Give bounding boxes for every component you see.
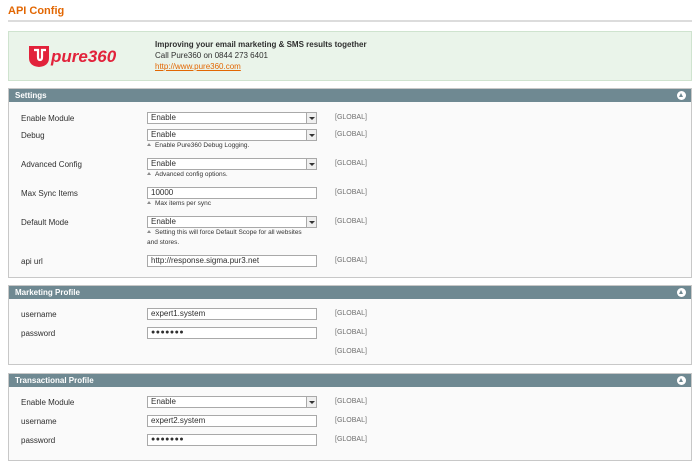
- scope-label: [GLOBAL]: [335, 218, 367, 225]
- transactional-profile-section: Transactional Profile Enable Module Enab…: [8, 373, 692, 461]
- settings-header[interactable]: Settings: [9, 89, 691, 102]
- collapse-up-icon[interactable]: [677, 288, 686, 297]
- scope-label: [GLOBAL]: [335, 310, 367, 317]
- api-url-input[interactable]: http://response.sigma.pur3.net: [147, 255, 317, 267]
- marketing-profile-header[interactable]: Marketing Profile: [9, 286, 691, 299]
- advanced-config-note: Advanced config options.: [147, 170, 327, 180]
- default-mode-note: Setting this will force Default Scope fo…: [147, 229, 302, 246]
- debug-label: Debug: [21, 131, 45, 140]
- transactional-enable-module-select[interactable]: Enable: [147, 396, 317, 408]
- debug-select[interactable]: Enable: [147, 129, 317, 141]
- max-sync-items-label: Max Sync Items: [21, 189, 78, 198]
- scope-label: [GLOBAL]: [335, 189, 367, 196]
- chevron-down-icon: [306, 130, 316, 140]
- marketing-username-label: username: [21, 310, 57, 319]
- scope-label: [GLOBAL]: [335, 436, 367, 443]
- banner-phone: Call Pure360 on 0844 273 6401: [155, 51, 268, 60]
- chevron-down-icon: [306, 159, 316, 169]
- transactional-username-input[interactable]: expert2.system: [147, 415, 317, 427]
- transactional-username-label: username: [21, 417, 57, 426]
- scope-label: [GLOBAL]: [335, 131, 367, 138]
- note-arrow-icon: [147, 143, 151, 146]
- transactional-password-label: password: [21, 436, 56, 445]
- note-arrow-icon: [147, 230, 151, 233]
- chevron-down-icon: [306, 113, 316, 123]
- scope-label: [GLOBAL]: [335, 398, 367, 405]
- collapse-up-icon[interactable]: [677, 376, 686, 385]
- enable-module-label: Enable Module: [21, 114, 75, 123]
- marketing-profile-title: Marketing Profile: [15, 288, 80, 297]
- pure360-logo: pure360: [27, 40, 127, 74]
- settings-title: Settings: [15, 91, 47, 100]
- scope-label: [GLOBAL]: [335, 348, 367, 355]
- api-url-label: api url: [21, 257, 43, 266]
- default-mode-label: Default Mode: [21, 218, 69, 227]
- default-mode-select[interactable]: Enable: [147, 216, 317, 228]
- transactional-profile-header[interactable]: Transactional Profile: [9, 374, 691, 387]
- marketing-profile-section: Marketing Profile username expert1.syste…: [8, 285, 692, 365]
- scope-label: [GLOBAL]: [335, 329, 367, 336]
- scope-label: [GLOBAL]: [335, 417, 367, 424]
- settings-section: Settings Enable Module Enable [GLOBAL] D…: [8, 88, 692, 278]
- marketing-password-input[interactable]: ●●●●●●●: [147, 327, 317, 339]
- collapse-up-icon[interactable]: [677, 91, 686, 100]
- advanced-config-select[interactable]: Enable: [147, 158, 317, 170]
- page-title: API Config: [8, 5, 65, 17]
- banner-headline: Improving your email marketing & SMS res…: [155, 40, 367, 49]
- svg-text:pure360: pure360: [50, 47, 117, 66]
- transactional-password-input[interactable]: ●●●●●●●: [147, 434, 317, 446]
- marketing-username-input[interactable]: expert1.system: [147, 308, 317, 320]
- pure360-website-link[interactable]: http://www.pure360.com: [155, 61, 367, 72]
- scope-label: [GLOBAL]: [335, 160, 367, 167]
- max-sync-items-input[interactable]: 10000: [147, 187, 317, 199]
- max-sync-items-note: Max items per sync: [147, 199, 327, 209]
- scope-label: [GLOBAL]: [335, 257, 367, 264]
- marketing-password-label: password: [21, 329, 56, 338]
- scope-label: [GLOBAL]: [335, 114, 367, 121]
- pure360-banner: pure360 Improving your email marketing &…: [8, 31, 692, 81]
- transactional-profile-title: Transactional Profile: [15, 376, 94, 385]
- advanced-config-label: Advanced Config: [21, 160, 82, 169]
- chevron-down-icon: [306, 397, 316, 407]
- debug-note: Enable Pure360 Debug Logging.: [147, 141, 327, 151]
- enable-module-select[interactable]: Enable: [147, 112, 317, 124]
- note-arrow-icon: [147, 201, 151, 204]
- chevron-down-icon: [306, 217, 316, 227]
- title-divider: [8, 20, 692, 22]
- transactional-enable-module-label: Enable Module: [21, 398, 75, 407]
- note-arrow-icon: [147, 172, 151, 175]
